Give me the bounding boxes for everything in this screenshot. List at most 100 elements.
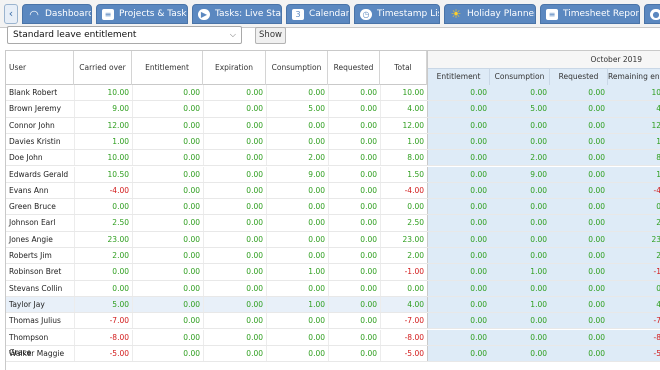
user-name[interactable]: Davies Kristin	[6, 134, 74, 149]
table-row[interactable]: Evans Ann -4.00 0.00 0.00 0.00 0.00 -4.00 0.00 0…	[6, 182, 660, 200]
leave-type-select[interactable]: Standard leave entitlement ⌵	[7, 26, 242, 44]
cell-month-consumption: 1.00	[530, 299, 547, 309]
user-name[interactable]: Roberts Jim	[6, 248, 74, 263]
col-header-carried-over[interactable]: Carried over	[74, 51, 132, 85]
cell-month-remaining: -1	[653, 267, 660, 277]
user-name[interactable]: Taylor Jay	[6, 297, 74, 312]
table-row[interactable]: Thomas Julius -7.00 0.00 0.00 0.00 0.00 -7.00 0…	[6, 313, 660, 330]
column-divider	[328, 85, 329, 101]
cell-requested: 0.00	[360, 88, 377, 97]
month-col-entitlement[interactable]: Entitlement	[428, 68, 490, 85]
cell-expiration: 0.00	[246, 185, 263, 195]
col-header-entitlement[interactable]: Entitlement	[132, 51, 203, 85]
tab-projects-tasks[interactable]: ≡ Projects & Tasks	[96, 4, 188, 24]
column-divider	[203, 280, 204, 296]
tab-tasks-live-start[interactable]: ▶ Tasks: Live Start	[192, 4, 282, 24]
col-header-user[interactable]: User	[6, 51, 74, 85]
column-divider	[203, 182, 204, 199]
table-row[interactable]: Robinson Bret 0.00 0.00 0.00 1.00 0.00 -1.00 0.…	[6, 264, 660, 281]
row-month-values: 0.00 5.00 0.00 4	[427, 101, 660, 117]
user-name[interactable]: Thompson Grace	[6, 330, 74, 357]
user-name[interactable]: Evans Ann	[6, 183, 74, 198]
table-row[interactable]: Blank Robert 10.00 0.00 0.00 0.00 0.00 10.00 0.…	[6, 85, 660, 102]
month-col-requested[interactable]: Requested	[550, 68, 608, 85]
col-header-expiration[interactable]: Expiration	[203, 51, 266, 85]
tab-timestamp-list[interactable]: ◷ Timestamp List	[354, 4, 440, 24]
table-row[interactable]: Doe John 10.00 0.00 0.00 2.00 0.00 8.00 0.00 2.0…	[6, 150, 660, 167]
column-divider	[380, 166, 381, 182]
cell-month-requested: 0.00	[588, 202, 605, 212]
tab-dashboard[interactable]: ◠ Dashboard	[22, 4, 92, 24]
tab-calendar[interactable]: 3 Calendar	[286, 4, 350, 24]
table-row[interactable]: Davies Kristin 1.00 0.00 0.00 0.00 0.00 1.00 0.…	[6, 133, 660, 151]
row-values: Connor John 12.00 0.00 0.00 0.00 0.00 12.00	[6, 117, 427, 133]
column-divider	[266, 85, 267, 101]
table-row[interactable]: Edwards Gerald 10.50 0.00 0.00 9.00 0.00 1.50 0…	[6, 166, 660, 183]
cell-expiration: 0.00	[246, 218, 263, 228]
tab-user[interactable]: ●	[644, 4, 660, 24]
table-row[interactable]: Walker Maggie -5.00 0.00 0.00 0.00 0.00 -5.00 0…	[6, 345, 660, 363]
user-name[interactable]: Doe John	[6, 150, 74, 165]
user-name[interactable]: Stevans Collin	[6, 281, 74, 296]
cell-entitlement: 0.00	[183, 136, 200, 146]
cell-month-remaining: 2	[656, 218, 660, 228]
user-name[interactable]: Jones Angie	[6, 232, 74, 247]
month-col-consumption[interactable]: Consumption	[490, 68, 550, 85]
cell-carried-over: 1.00	[112, 136, 129, 146]
table-row[interactable]: Stevans Collin 0.00 0.00 0.00 0.00 0.00 0.00 0.…	[6, 280, 660, 297]
table-row[interactable]: Roberts Jim 2.00 0.00 0.00 0.00 0.00 2.00 0.00 0…	[6, 248, 660, 265]
month-col-remaining[interactable]: Remaining en...	[608, 68, 660, 85]
dashboard-icon: ◠	[29, 8, 39, 21]
cell-consumption: 1.00	[308, 267, 325, 277]
user-name[interactable]: Connor John	[6, 118, 74, 133]
user-name[interactable]: Brown Jeremy	[6, 101, 74, 116]
table-row[interactable]: Brown Jeremy 9.00 0.00 0.00 5.00 0.00 4.00 0.00…	[6, 101, 660, 118]
table-row[interactable]: Connor John 12.00 0.00 0.00 0.00 0.00 12.00 0.0…	[6, 117, 660, 134]
table-row[interactable]: Johnson Earl 2.50 0.00 0.00 0.00 0.00 2.50 0.00…	[6, 215, 660, 232]
user-name[interactable]: Edwards Gerald	[6, 167, 74, 182]
user-name[interactable]: Blank Robert	[6, 85, 74, 100]
tab-timesheet-report[interactable]: ≡ Timesheet Report	[540, 4, 640, 24]
row-values: Roberts Jim 2.00 0.00 0.00 0.00 0.00 2.00	[6, 248, 427, 264]
column-divider	[74, 313, 75, 329]
column-divider	[266, 117, 267, 133]
user-name[interactable]: Robinson Bret	[6, 264, 74, 279]
col-header-consumption[interactable]: Consumption	[266, 51, 328, 85]
column-divider	[132, 101, 133, 117]
cell-total: 2.00	[407, 251, 424, 260]
cell-month-remaining: 0	[656, 283, 660, 293]
col-header-requested[interactable]: Requested	[328, 51, 380, 85]
user-name[interactable]: Johnson Earl	[6, 215, 74, 230]
column-divider	[328, 215, 329, 231]
cell-month-entitlement: 0.00	[470, 348, 487, 358]
cell-expiration: 0.00	[246, 202, 263, 212]
table-row[interactable]: Thompson Grace -8.00 0.00 0.00 0.00 0.00 -8.00…	[6, 329, 660, 357]
column-divider	[132, 215, 133, 231]
cell-expiration: 0.00	[246, 88, 263, 97]
table-row[interactable]: Green Bruce 0.00 0.00 0.00 0.00 0.00 0.00 0.00 0…	[6, 199, 660, 216]
row-values: Evans Ann -4.00 0.00 0.00 0.00 0.00 -4.00	[6, 182, 427, 199]
cell-month-consumption: 2.00	[530, 153, 547, 163]
column-divider	[380, 264, 381, 280]
user-name[interactable]: Walker Maggie	[6, 346, 74, 361]
row-values: Robinson Bret 0.00 0.00 0.00 1.00 0.00 -1.00	[6, 264, 427, 280]
column-divider	[328, 248, 329, 264]
col-header-total[interactable]: Total	[380, 51, 427, 85]
user-name[interactable]: Green Bruce	[6, 199, 74, 214]
cell-carried-over: 5.00	[112, 299, 129, 309]
column-divider	[328, 182, 329, 199]
tab-holiday-planner[interactable]: ☀ Holiday Planner	[444, 4, 536, 24]
cell-month-entitlement: 0.00	[470, 218, 487, 228]
table-row[interactable]: Taylor Jay 5.00 0.00 0.00 1.00 0.00 4.00 0.00 1.…	[6, 296, 660, 314]
column-divider	[132, 313, 133, 329]
tab-label: Timestamp List	[377, 9, 440, 19]
user-name[interactable]: Thomas Julius	[6, 313, 74, 328]
row-values: Taylor Jay 5.00 0.00 0.00 1.00 0.00 4.00	[6, 296, 427, 313]
cell-consumption: 0.00	[308, 234, 325, 244]
back-arrow-icon[interactable]: ‹	[4, 4, 18, 24]
tab-label: Calendar	[309, 9, 350, 19]
cell-total: 0.00	[407, 283, 424, 293]
show-button[interactable]: Show	[255, 27, 286, 44]
column-divider	[74, 215, 75, 231]
table-row[interactable]: Jones Angie 23.00 0.00 0.00 0.00 0.00 23.00 0.0…	[6, 231, 660, 248]
